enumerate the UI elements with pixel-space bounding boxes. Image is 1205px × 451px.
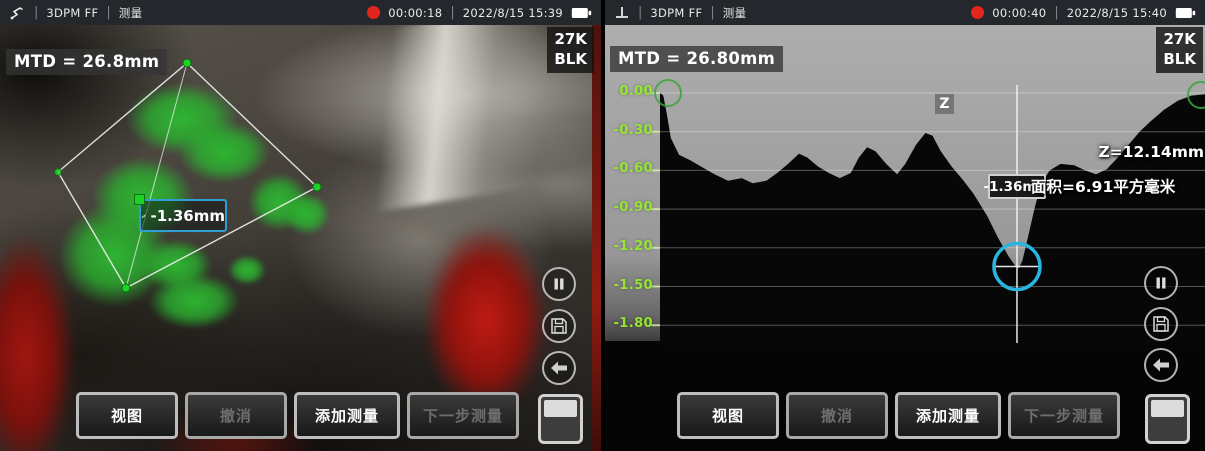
- image-quality-badge: 27K BLK: [547, 27, 594, 73]
- badge-line-blk: BLK: [1163, 49, 1196, 69]
- depth-tick-label: -1.20: [607, 239, 653, 254]
- save-icon: [1152, 315, 1170, 333]
- back-button[interactable]: [1144, 348, 1178, 382]
- depth-tick-label: -0.60: [607, 161, 653, 176]
- divider: |: [106, 6, 110, 19]
- right-softkey-row: 视图 撤消 添加测量 下一步测量: [677, 392, 1120, 439]
- label-anchor-handle[interactable]: [134, 194, 145, 205]
- save-button[interactable]: [542, 309, 576, 343]
- menu-section-label[interactable]: 测量: [119, 5, 143, 21]
- mtd-distance-label: MTD = 26.80mm: [610, 46, 783, 72]
- undo-button[interactable]: 撤消: [185, 392, 287, 439]
- divider: |: [1054, 6, 1058, 19]
- toggle-state-indicator: [544, 400, 577, 417]
- depth-tick-label: -0.90: [607, 200, 653, 215]
- pause-button[interactable]: [542, 267, 576, 301]
- next-measurement-button[interactable]: 下一步测量: [1008, 392, 1120, 439]
- save-button[interactable]: [1144, 307, 1178, 341]
- add-measurement-button[interactable]: 添加测量: [895, 392, 1001, 439]
- back-arrow-icon: [1152, 358, 1170, 372]
- divider: |: [710, 6, 714, 19]
- depth-axis: 0.00 -0.30 -0.60 -0.90 -1.20 -1.50 -1.80: [605, 25, 655, 365]
- polygon-vertex-handle[interactable]: [313, 183, 321, 191]
- menu-section-label[interactable]: 测量: [723, 5, 747, 21]
- datetime-label: 2022/8/15 15:39: [463, 6, 563, 20]
- divider: |: [450, 6, 454, 19]
- divider: |: [638, 6, 642, 19]
- back-button[interactable]: [542, 351, 576, 385]
- battery-icon: [571, 7, 592, 19]
- mode-label: 3DPM FF: [46, 6, 98, 20]
- flat-tip-icon: [614, 5, 630, 20]
- pause-button[interactable]: [1144, 266, 1178, 300]
- divider: |: [34, 6, 38, 19]
- depth-tick-label: -0.30: [607, 123, 653, 138]
- area-measurement-label: 面积=6.91平方毫米: [1031, 175, 1175, 197]
- toggle-state-indicator: [1151, 400, 1184, 417]
- add-measurement-button[interactable]: 添加测量: [294, 392, 400, 439]
- pause-icon: [1154, 276, 1168, 290]
- screen-toggle-button[interactable]: [1145, 394, 1190, 444]
- record-timer: 00:00:40: [992, 6, 1046, 20]
- z-position-label: Z=12.14mm: [1098, 143, 1204, 161]
- depth-measurement-label[interactable]: -1.36mm: [139, 199, 227, 232]
- save-icon: [550, 317, 568, 335]
- badge-line-blk: BLK: [554, 49, 587, 69]
- left-softkey-row: 视图 撤消 添加测量 下一步测量: [76, 392, 519, 439]
- record-timer: 00:00:18: [388, 6, 442, 20]
- depth-tick-label: -1.80: [607, 316, 653, 331]
- depth-value: -1.36mm: [151, 207, 226, 225]
- polygon-vertex-handle[interactable]: [55, 169, 62, 176]
- polygon-vertex-handle[interactable]: [183, 59, 191, 67]
- depth-tick-label: 0.00: [607, 84, 653, 99]
- mtd-distance-label: MTD = 26.8mm: [6, 49, 167, 75]
- left-status-bar: | 3DPM FF | 测量 00:00:18 | 2022/8/15 15:3…: [0, 0, 601, 25]
- view-button[interactable]: 视图: [76, 392, 178, 439]
- depth-measure-icon: [141, 209, 147, 223]
- view-button[interactable]: 视图: [677, 392, 779, 439]
- right-status-bar: | 3DPM FF | 测量 00:00:40 | 2022/8/15 15:4…: [605, 0, 1205, 25]
- back-arrow-icon: [550, 361, 568, 375]
- battery-icon: [1175, 7, 1196, 19]
- screen-toggle-button[interactable]: [538, 394, 583, 444]
- depth-tick-label: -1.50: [607, 278, 653, 293]
- camera-view-panel: | 3DPM FF | 测量 00:00:18 | 2022/8/15 15:3…: [0, 0, 601, 451]
- record-indicator-icon: [971, 6, 984, 19]
- depth-profile-chart: [605, 25, 1205, 451]
- z-cursor-flag[interactable]: Z: [935, 94, 954, 114]
- probe-tip-icon: [9, 5, 26, 21]
- dual-view-measurement-screen: | 3DPM FF | 测量 00:00:18 | 2022/8/15 15:3…: [0, 0, 1205, 451]
- mode-label: 3DPM FF: [650, 6, 702, 20]
- datetime-label: 2022/8/15 15:40: [1067, 6, 1167, 20]
- image-quality-badge: 27K BLK: [1156, 27, 1203, 73]
- measurement-polygon-overlay: [0, 25, 601, 451]
- badge-line-27k: 27K: [554, 29, 587, 49]
- record-indicator-icon: [367, 6, 380, 19]
- polygon-vertex-handle[interactable]: [122, 284, 130, 292]
- pause-icon: [552, 277, 566, 291]
- depth-profile-panel: | 3DPM FF | 测量 00:00:40 | 2022/8/15 15:4…: [605, 0, 1205, 451]
- next-measurement-button[interactable]: 下一步测量: [407, 392, 519, 439]
- undo-button[interactable]: 撤消: [786, 392, 888, 439]
- badge-line-27k: 27K: [1163, 29, 1196, 49]
